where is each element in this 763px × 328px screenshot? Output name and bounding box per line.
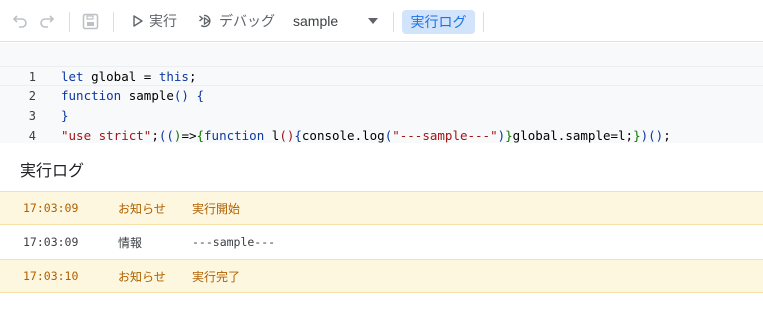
toolbar-divider: [483, 12, 484, 32]
debug-button[interactable]: デバッグ: [198, 0, 275, 42]
execution-log-button[interactable]: 実行ログ: [402, 10, 475, 34]
log-time: 17:03:09: [23, 201, 79, 215]
log-row: 17:03:09 お知らせ 実行開始: [0, 191, 763, 225]
line-number: 4: [28, 129, 36, 143]
editor-line: 3 }: [0, 106, 763, 126]
toolbar-divider: [113, 12, 114, 32]
toolbar-divider: [393, 12, 394, 32]
log-time: 17:03:09: [23, 235, 79, 249]
editor-line: 4 "use strict";(()=>{function l(){consol…: [0, 126, 763, 143]
log-time: 17:03:10: [23, 269, 79, 283]
run-label: 実行: [149, 13, 177, 29]
code-line: "use strict";(()=>{function l(){console.…: [61, 128, 671, 143]
log-panel-title: 実行ログ: [20, 163, 85, 180]
line-number: 2: [28, 89, 36, 103]
run-button[interactable]: 実行: [132, 0, 177, 42]
editor-line: 2 function sample() {: [0, 86, 763, 106]
log-message: 実行開始: [192, 201, 241, 216]
redo-icon[interactable]: [39, 0, 55, 42]
log-level: お知らせ: [118, 201, 166, 216]
line-number: 3: [28, 109, 36, 123]
code-editor[interactable]: 1 let global = this; 2 function sample()…: [0, 43, 763, 143]
play-icon: [132, 15, 144, 27]
line-number: 1: [28, 70, 36, 84]
chevron-down-icon[interactable]: [367, 0, 379, 42]
debug-label: デバッグ: [219, 13, 275, 29]
execution-log-button-label: 実行ログ: [410, 14, 467, 30]
editor-line: 1 let global = this;: [0, 66, 763, 86]
execution-log-panel: 実行ログ 17:03:09 お知らせ 実行開始 17:03:09 情報 ---s…: [0, 143, 763, 328]
log-message: 実行完了: [192, 269, 241, 284]
code-line: function sample() {: [61, 88, 205, 103]
log-row: 17:03:10 お知らせ 実行完了: [0, 259, 763, 293]
log-level: お知らせ: [118, 269, 166, 284]
toolbar: 実行 デバッグ sample 実行ログ: [0, 0, 763, 42]
log-row: 17:03:09 情報 ---sample---: [0, 225, 763, 259]
toolbar-divider: [69, 12, 70, 32]
log-level: 情報: [118, 235, 143, 250]
function-select[interactable]: sample: [293, 0, 338, 42]
code-line: let global = this;: [61, 69, 197, 84]
function-select-value: sample: [293, 13, 339, 29]
save-icon[interactable]: [82, 0, 99, 42]
undo-icon[interactable]: [12, 0, 28, 42]
log-message: ---sample---: [192, 235, 276, 249]
code-line: }: [61, 108, 69, 123]
debug-icon: [198, 13, 215, 29]
